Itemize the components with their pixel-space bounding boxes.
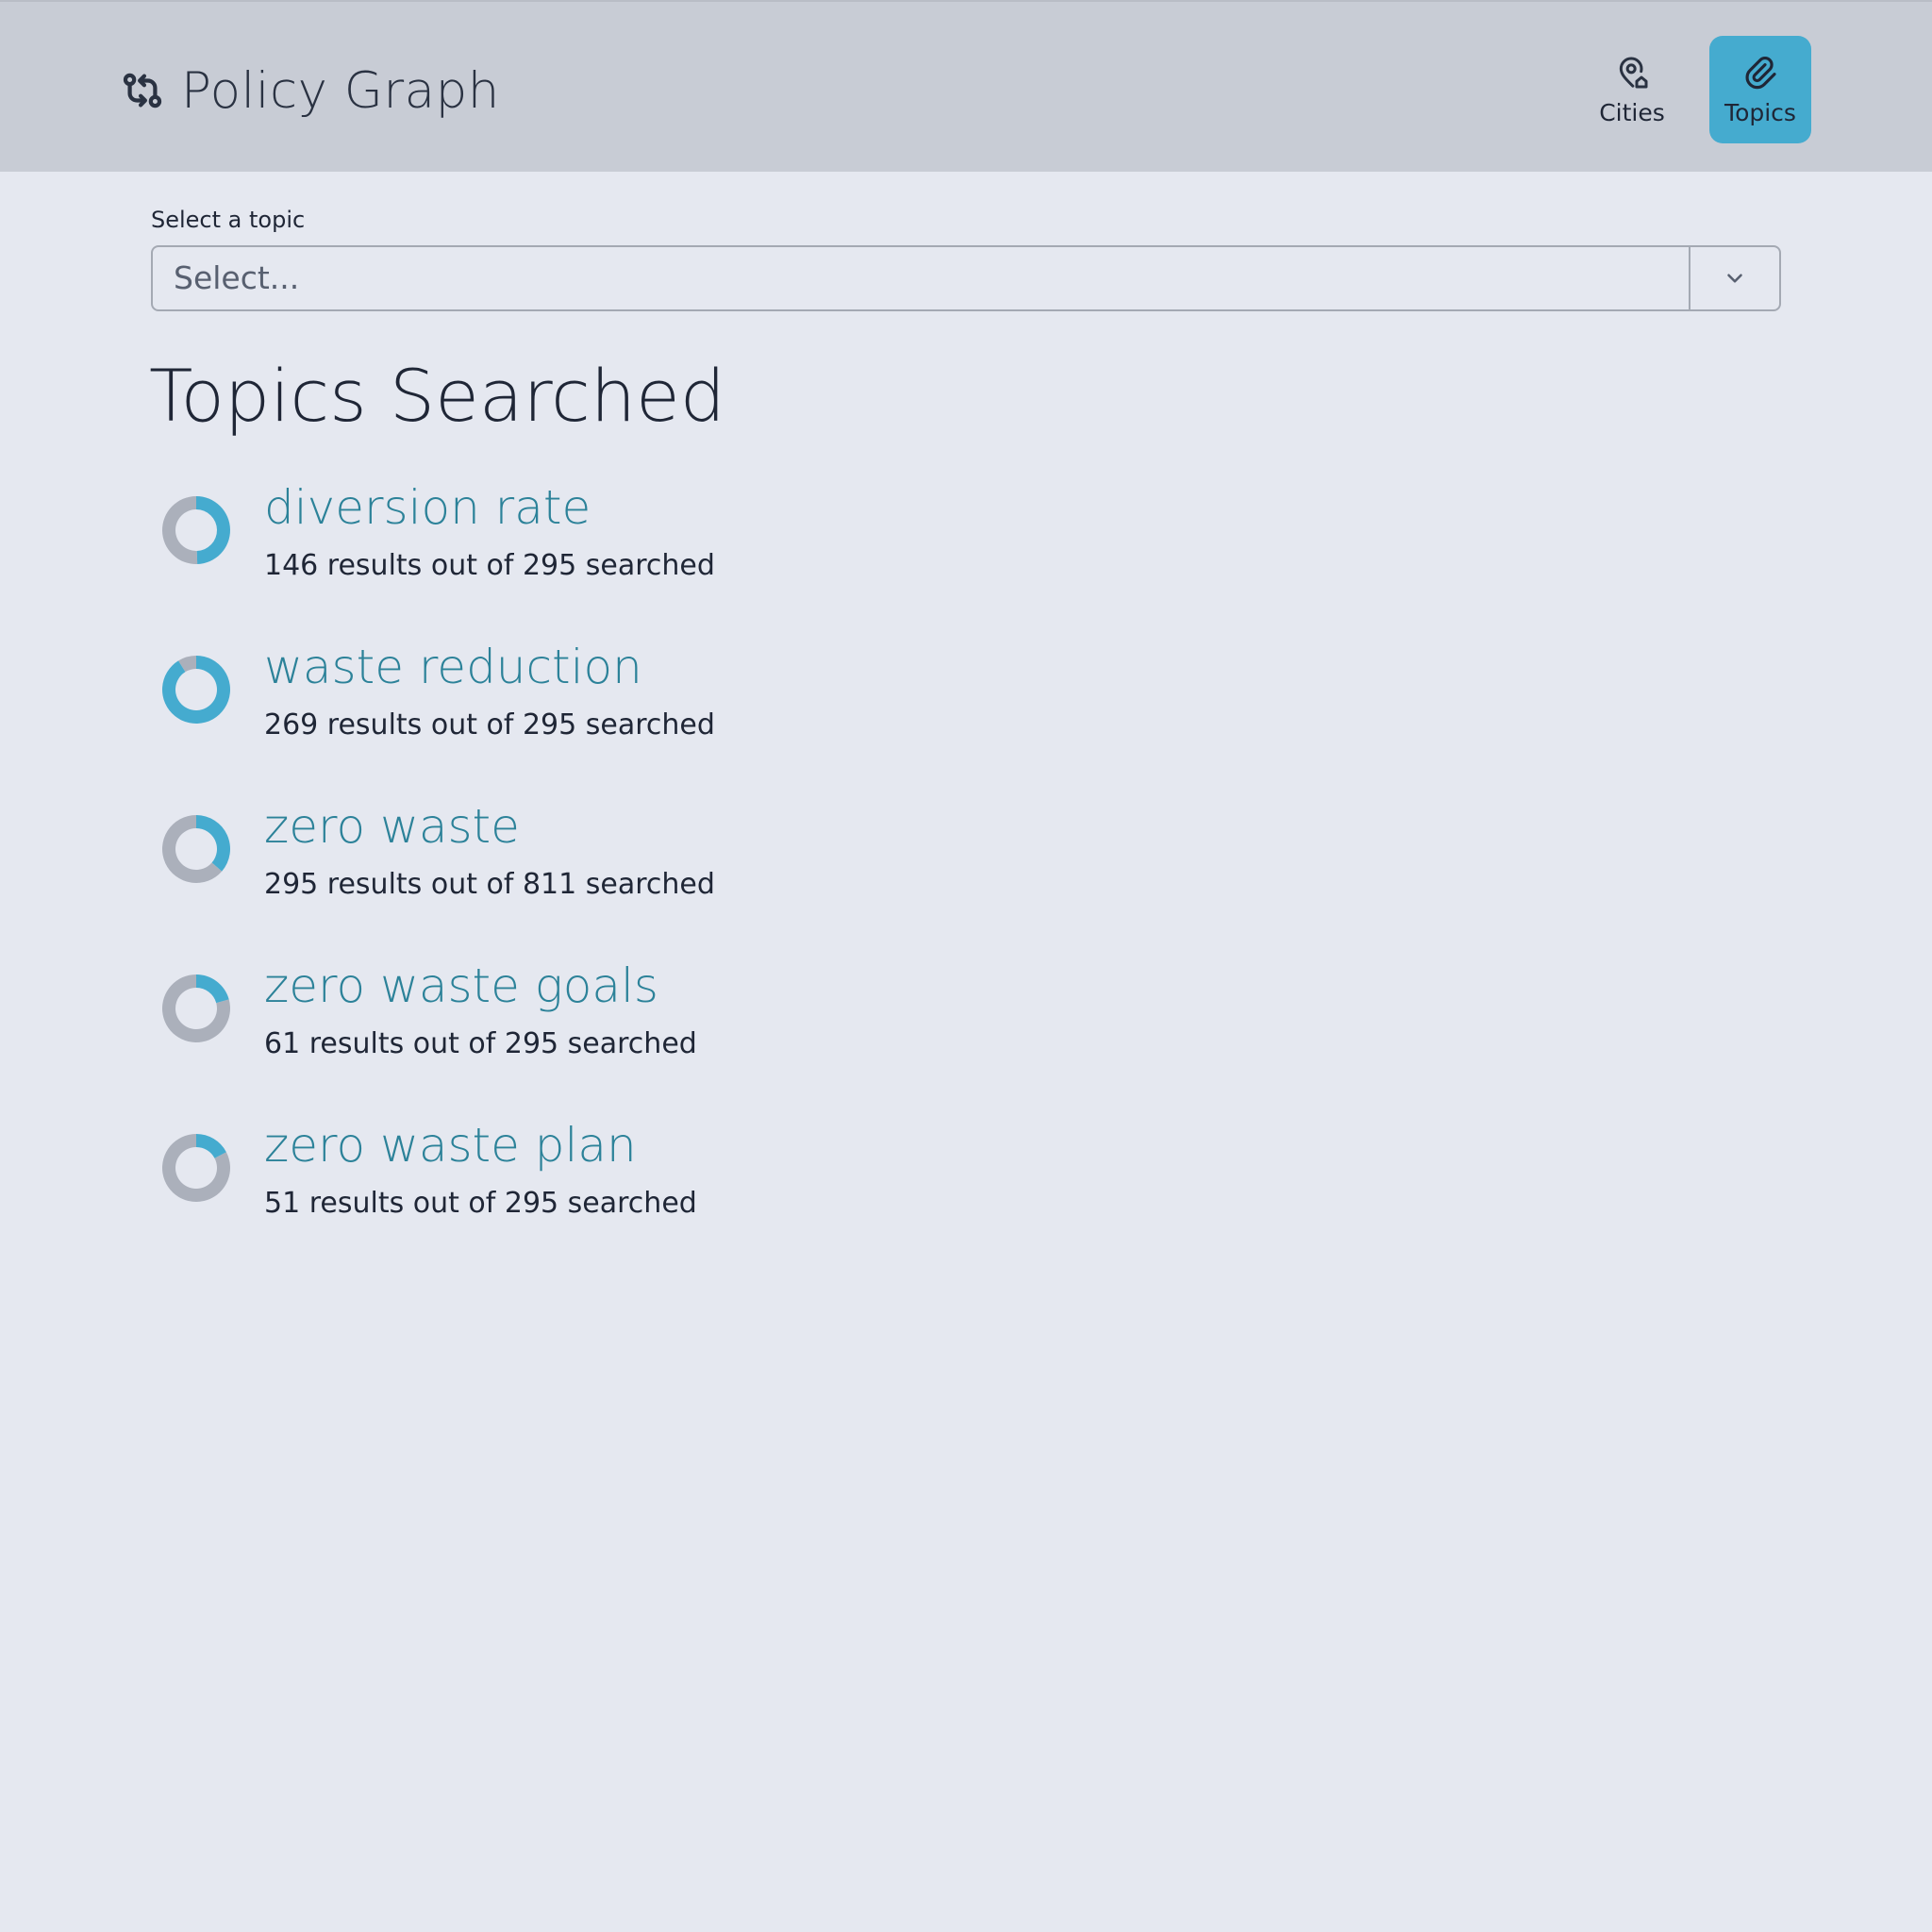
donut-results-slice — [196, 815, 230, 872]
topic-link[interactable]: diversion rate — [264, 479, 591, 536]
topic-item: zero waste goals 61 results out of 295 se… — [151, 958, 1283, 1090]
topic-select-placeholder: Select... — [174, 259, 300, 296]
topic-donut-chart — [162, 815, 230, 883]
topic-donut-chart — [161, 496, 230, 564]
donut-results-slice — [196, 496, 230, 564]
topic-item: zero waste 295 results out of 811 searche… — [151, 798, 1283, 930]
donut-remaining-slice — [161, 496, 198, 564]
topic-result-count: 51 results out of 295 searched — [264, 1187, 697, 1220]
app-header: Policy Graph Cities Topics — [0, 0, 1932, 172]
app-title: Policy Graph — [181, 61, 500, 120]
brand[interactable]: Policy Graph — [121, 61, 500, 120]
topic-link[interactable]: zero waste plan — [264, 1117, 637, 1174]
topic-donut-chart — [162, 974, 230, 1042]
topic-link[interactable]: waste reduction — [264, 639, 642, 695]
select-dropdown-toggle[interactable] — [1690, 247, 1779, 309]
nav-topics-label: Topics — [1724, 98, 1796, 126]
topic-item: zero waste plan 51 results out of 295 sea… — [151, 1117, 1283, 1249]
nav-cities-button[interactable]: Cities — [1581, 36, 1683, 143]
topic-select[interactable]: Select... — [151, 245, 1781, 311]
donut-results-slice — [196, 974, 229, 1004]
topic-result-count: 146 results out of 295 searched — [264, 549, 715, 582]
donut-results-slice — [162, 656, 230, 724]
chevron-down-icon — [1727, 274, 1742, 283]
topic-item: diversion rate 146 results out of 295 sea… — [151, 479, 1283, 611]
page-title: Topics Searched — [149, 354, 726, 438]
map-pin-home-icon — [1619, 57, 1648, 88]
topic-link[interactable]: zero waste — [264, 798, 520, 855]
topic-result-count: 295 results out of 811 searched — [264, 868, 715, 901]
paperclip-icon — [1745, 56, 1776, 89]
topic-select-label: Select a topic — [151, 207, 306, 233]
topic-link[interactable]: zero waste goals — [264, 958, 658, 1014]
topic-donut-chart — [162, 1134, 230, 1202]
topic-item: waste reduction 269 results out of 295 se… — [151, 639, 1283, 771]
topic-donut-chart — [162, 656, 230, 724]
git-compare-icon — [123, 73, 162, 108]
nav-cities-label: Cities — [1599, 98, 1665, 126]
topic-result-count: 269 results out of 295 searched — [264, 708, 715, 741]
nav-topics-button[interactable]: Topics — [1709, 36, 1811, 143]
topic-result-count: 61 results out of 295 searched — [264, 1027, 697, 1060]
